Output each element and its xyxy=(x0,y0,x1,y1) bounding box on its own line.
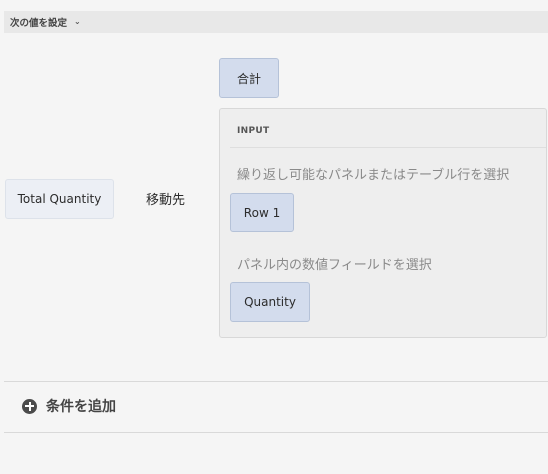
selected-panel-chip[interactable]: Row 1 xyxy=(230,193,294,232)
set-value-header[interactable]: 次の値を設定 ⌄ xyxy=(4,11,548,33)
add-condition-button[interactable]: 条件を追加 xyxy=(22,396,116,416)
goto-label: 移動先 xyxy=(146,193,186,208)
selected-panel-label: Row 1 xyxy=(243,205,281,220)
target-field-chip[interactable]: 合計 xyxy=(219,58,279,98)
add-condition-label: 条件を追加 xyxy=(46,399,116,415)
selected-field-chip[interactable]: Quantity xyxy=(230,282,310,322)
target-field-label: 合計 xyxy=(236,71,261,86)
divider-top xyxy=(4,381,548,382)
source-field-chip[interactable]: Total Quantity xyxy=(5,179,114,219)
divider-bottom xyxy=(4,432,548,433)
source-field-label: Total Quantity xyxy=(17,192,102,206)
header-title: 次の値を設定 xyxy=(10,18,68,29)
chevron-down-icon[interactable]: ⌄ xyxy=(74,18,81,26)
plus-circle-icon xyxy=(22,398,37,414)
select-field-prompt: パネル内の数値フィールドを選択 xyxy=(237,258,432,273)
selected-field-label: Quantity xyxy=(244,295,296,309)
select-panel-prompt: 繰り返し可能なパネルまたはテーブル行を選択 xyxy=(237,168,510,183)
input-panel-divider xyxy=(230,147,546,148)
input-panel-title: INPUT xyxy=(237,126,270,136)
